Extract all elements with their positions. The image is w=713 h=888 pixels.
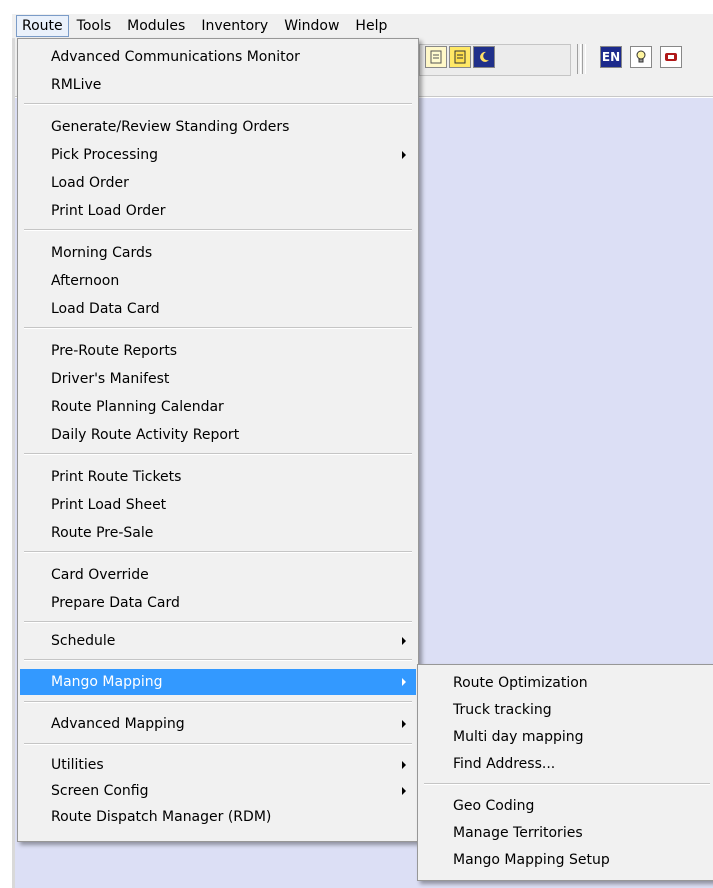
menu-inventory[interactable]: Inventory [193,15,276,37]
menu-separator [24,103,412,105]
submenu-item-mango-mapping-setup[interactable]: Mango Mapping Setup [420,847,713,873]
menu-item-label: Utilities [51,757,104,773]
menu-item-load-data-card[interactable]: Load Data Card [20,296,416,322]
route-dropdown-menu: Advanced Communications Monitor RMLive G… [17,38,419,842]
menu-item-daily-route-activity-report[interactable]: Daily Route Activity Report [20,422,416,448]
menu-item-drivers-manifest[interactable]: Driver's Manifest [20,366,416,392]
menu-item-prepare-data-card[interactable]: Prepare Data Card [20,590,416,616]
submenu-arrow-icon [402,761,406,769]
lightbulb-icon[interactable] [630,46,652,68]
menu-tools[interactable]: Tools [69,15,120,37]
menu-separator [24,701,412,703]
menu-item-mango-mapping[interactable]: Mango Mapping [20,669,416,695]
menu-separator [424,783,710,785]
menu-item-card-override[interactable]: Card Override [20,562,416,588]
language-en-button[interactable]: EN [600,46,622,68]
menu-separator [24,327,412,329]
menu-separator [24,551,412,553]
submenu-arrow-icon [402,720,406,728]
menu-item-print-load-sheet[interactable]: Print Load Sheet [20,492,416,518]
submenu-item-manage-territories[interactable]: Manage Territories [420,820,713,846]
menu-item-label: Screen Config [51,783,149,799]
menu-item-label: Advanced Mapping [51,716,185,732]
menu-item-route-pre-sale[interactable]: Route Pre-Sale [20,520,416,546]
menu-item-rmlive[interactable]: RMLive [20,72,416,98]
toolbar-separator [577,44,581,74]
submenu-item-route-optimization[interactable]: Route Optimization [420,670,713,696]
submenu-item-multi-day-mapping[interactable]: Multi day mapping [420,724,713,750]
submenu-arrow-icon [402,678,406,686]
menu-item-label: Mango Mapping [51,674,163,690]
menu-help[interactable]: Help [347,15,395,37]
menu-item-advanced-mapping[interactable]: Advanced Mapping [20,711,416,737]
menu-item-route-dispatch-manager[interactable]: Route Dispatch Manager (RDM) [20,804,416,830]
menu-item-generate-review-standing-orders[interactable]: Generate/Review Standing Orders [20,114,416,140]
submenu-item-geo-coding[interactable]: Geo Coding [420,793,713,819]
menu-separator [24,743,412,745]
mango-mapping-submenu: Route Optimization Truck tracking Multi … [417,664,713,881]
menu-separator [24,659,412,661]
menu-item-utilities[interactable]: Utilities [20,752,416,778]
notepad-icon[interactable] [449,46,471,68]
menu-item-pre-route-reports[interactable]: Pre-Route Reports [20,338,416,364]
menu-item-afternoon[interactable]: Afternoon [20,268,416,294]
menu-item-print-load-order[interactable]: Print Load Order [20,198,416,224]
menu-item-screen-config[interactable]: Screen Config [20,778,416,804]
submenu-arrow-icon [402,787,406,795]
menu-item-print-route-tickets[interactable]: Print Route Tickets [20,464,416,490]
submenu-item-truck-tracking[interactable]: Truck tracking [420,697,713,723]
menu-separator [24,229,412,231]
document-icon[interactable] [425,46,447,68]
exit-door-icon[interactable] [660,46,682,68]
menu-item-morning-cards[interactable]: Morning Cards [20,240,416,266]
menu-route[interactable]: Route [16,15,69,37]
menu-separator [24,453,412,455]
submenu-arrow-icon [402,637,406,645]
menu-modules[interactable]: Modules [119,15,193,37]
submenu-item-find-address[interactable]: Find Address... [420,751,713,777]
menu-item-schedule[interactable]: Schedule [20,628,416,654]
night-moon-icon[interactable] [473,46,495,68]
menu-item-load-order[interactable]: Load Order [20,170,416,196]
submenu-arrow-icon [402,151,406,159]
menu-item-label: Pick Processing [51,147,159,163]
menubar: Route Tools Modules Inventory Window Hel… [12,14,713,39]
menu-item-advanced-communications-monitor[interactable]: Advanced Communications Monitor [20,44,416,70]
toolbar-separator [582,44,586,74]
menu-item-route-planning-calendar[interactable]: Route Planning Calendar [20,394,416,420]
menu-item-label: Schedule [51,633,116,649]
menu-window[interactable]: Window [276,15,347,37]
menu-item-pick-processing[interactable]: Pick Processing [20,142,416,168]
menu-separator [24,621,412,623]
